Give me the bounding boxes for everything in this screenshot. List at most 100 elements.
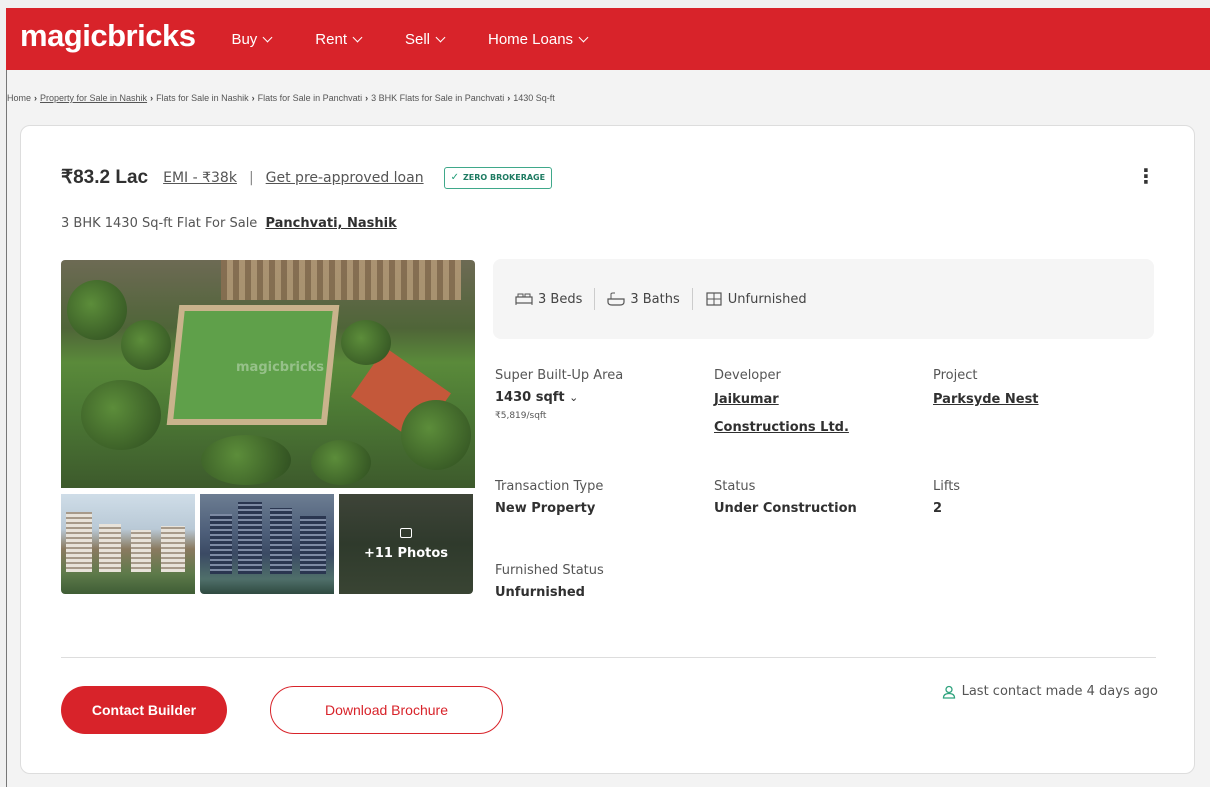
baths-label: 3 Baths [630, 291, 680, 307]
thumbnail-1[interactable] [61, 494, 195, 594]
main-photo[interactable]: magicbricks [61, 260, 475, 488]
pre-approved-loan-link[interactable]: Get pre-approved loan [266, 170, 424, 186]
furnished-label: Furnished Status [495, 563, 604, 578]
nav-rent[interactable]: Rent [315, 30, 363, 48]
last-contact-info: Last contact made 4 days ago [942, 684, 1158, 699]
super-area-info: Super Built-Up Area 1430 sqft ⌄ ₹5,819/s… [495, 368, 623, 421]
project-label: Project [933, 368, 978, 383]
building-graphic [66, 512, 92, 572]
baths-spec: 3 Baths [607, 291, 680, 307]
transaction-info: Transaction Type New Property [495, 479, 603, 516]
nav-home-loans[interactable]: Home Loans [488, 30, 589, 48]
building-graphic [210, 514, 232, 574]
main-nav: Buy Rent Sell Home Loans [231, 31, 631, 48]
nav-sell-label: Sell [404, 30, 430, 48]
tree-graphic [67, 280, 127, 340]
section-divider [61, 657, 1156, 658]
top-navigation-bar: magicbricks Buy Rent Sell Home Loans [6, 8, 1210, 70]
breadcrumb-current: 1430 Sq-ft [513, 93, 555, 103]
nav-home-loans-label: Home Loans [488, 30, 574, 48]
thumbnail-2[interactable] [200, 494, 334, 594]
magicbricks-logo[interactable]: magicbricks [20, 18, 196, 54]
chevron-down-icon: ⌄ [569, 391, 579, 404]
building-graphic [270, 508, 292, 574]
chevron-down-icon [352, 32, 363, 42]
nav-buy-label: Buy [231, 30, 258, 48]
project-link[interactable]: Parksyde Nest [933, 390, 1039, 410]
price-per-sqft: ₹5,819/sqft [495, 411, 547, 421]
breadcrumb-flats-panchvati[interactable]: Flats for Sale in Panchvati [258, 93, 363, 103]
lifts-value: 2 [933, 501, 943, 516]
tree-graphic [401, 400, 471, 470]
divider [691, 288, 693, 310]
developer-link[interactable]: Jaikumar Constructions Ltd. [714, 390, 849, 438]
breadcrumb-separator: › [34, 93, 38, 103]
tree-graphic [81, 380, 161, 450]
last-contact-text: Last contact made 4 days ago [961, 684, 1158, 699]
bathtub-icon [607, 292, 625, 306]
nav-rent-label: Rent [315, 30, 347, 48]
price-row: ₹83.2 Lac EMI - ₹38k | Get pre-approved … [61, 166, 553, 189]
property-subtitle: 3 BHK 1430 Sq-ft Flat For Sale Panchvati… [61, 216, 397, 231]
zero-brokerage-badge: ✓ ZERO BROKERAGE [443, 166, 553, 189]
furnishing-spec: Unfurnished [705, 292, 807, 307]
building-graphic [99, 524, 121, 572]
building-graphic [161, 526, 185, 572]
furnished-value: Unfurnished [495, 585, 585, 600]
key-specs-box: 3 Beds 3 Baths Unfurnished [493, 259, 1154, 339]
super-area-label: Super Built-Up Area [495, 368, 624, 383]
status-info: Status Under Construction [714, 479, 857, 516]
status-label: Status [714, 479, 756, 494]
breadcrumb-separator: › [150, 93, 154, 103]
breadcrumb-home[interactable]: Home [7, 93, 31, 103]
user-icon [942, 685, 955, 699]
breadcrumb-flats-nashik[interactable]: Flats for Sale in Nashik [156, 93, 249, 103]
tree-graphic [201, 435, 291, 485]
developer-name-line2: Constructions Ltd. [714, 420, 849, 435]
breadcrumb-property-nashik[interactable]: Property for Sale in Nashik [40, 93, 147, 103]
contact-builder-button[interactable]: Contact Builder [61, 686, 227, 734]
building-graphic [238, 502, 262, 574]
emi-link[interactable]: EMI - ₹38k [163, 170, 237, 186]
image-icon [400, 528, 412, 538]
status-value: Under Construction [714, 501, 857, 516]
tree-graphic [341, 320, 391, 365]
thumbnail-strip: +11 Photos [61, 494, 473, 594]
furnished-info: Furnished Status Unfurnished [495, 563, 604, 600]
furnishing-label: Unfurnished [727, 291, 807, 307]
pergola-graphic [221, 260, 461, 300]
check-icon: ✓ [450, 172, 459, 183]
developer-label: Developer [714, 368, 781, 383]
more-photos-label: +11 Photos [363, 546, 449, 561]
chevron-down-icon [262, 32, 273, 42]
breadcrumb-separator: › [251, 93, 255, 103]
beds-label: 3 Beds [538, 291, 583, 307]
breadcrumb: Home › Property for Sale in Nashik › Flats f… [7, 93, 555, 103]
breadcrumb-separator: › [507, 93, 511, 103]
nav-buy[interactable]: Buy [231, 30, 273, 48]
transaction-label: Transaction Type [495, 479, 604, 494]
project-info: Project Parksyde Nest [933, 368, 1039, 410]
super-area-value[interactable]: 1430 sqft ⌄ [495, 390, 623, 405]
tree-graphic [311, 440, 371, 485]
building-graphic [300, 516, 326, 574]
lifts-info: Lifts 2 [933, 479, 960, 516]
property-price: ₹83.2 Lac [61, 167, 149, 188]
lifts-label: Lifts [933, 479, 961, 494]
location-link[interactable]: Panchvati, Nashik [265, 216, 396, 231]
nav-sell[interactable]: Sell [404, 30, 446, 48]
download-brochure-button[interactable]: Download Brochure [270, 686, 503, 734]
more-vertical-icon[interactable]: ⋮ [1136, 166, 1156, 186]
developer-name-line1: Jaikumar [714, 392, 779, 407]
bed-icon [515, 293, 533, 305]
breadcrumb-3bhk-panchvati[interactable]: 3 BHK Flats for Sale in Panchvati [371, 93, 504, 103]
photo-watermark: magicbricks [236, 360, 325, 375]
building-graphic [131, 530, 151, 572]
more-photos-thumbnail[interactable]: +11 Photos [339, 494, 473, 594]
tree-graphic [121, 320, 171, 370]
developer-info: Developer Jaikumar Constructions Ltd. [714, 368, 849, 438]
separator: | [248, 169, 254, 186]
transaction-value: New Property [495, 501, 596, 516]
furnishing-icon [706, 292, 722, 306]
chevron-down-icon [435, 32, 446, 42]
